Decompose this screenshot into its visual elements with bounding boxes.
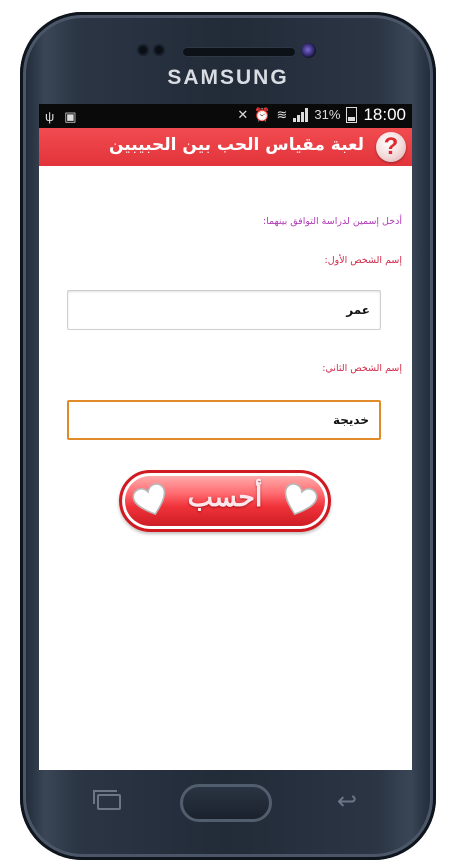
second-name-input[interactable] [67,400,381,440]
first-name-input[interactable] [67,290,381,330]
usb-icon: ψ [45,109,55,124]
battery-icon [346,107,358,123]
hardware-nav-bar: ↩ [0,782,456,832]
recent-apps-icon[interactable] [93,790,121,810]
back-icon[interactable]: ↩ [333,788,361,814]
main-content: أدخل إسمين لدراسة التوافق بينهما: إسم ال… [39,166,412,770]
sensor-dot [137,44,149,56]
help-icon[interactable]: ? [376,132,406,162]
signal-icon [293,108,309,122]
screen: ψ ▣ ✕ ⏰ ≋ 31% 18:00 لعبة مقياس الحب بين … [39,104,412,770]
image-icon: ▣ [64,109,77,124]
clock: 18:00 [363,105,406,124]
status-bar: ψ ▣ ✕ ⏰ ≋ 31% 18:00 [39,104,412,128]
alarm-icon: ⏰ [254,107,271,122]
front-camera [301,43,316,58]
mute-icon: ✕ [237,107,249,122]
earpiece [182,47,296,57]
sensor-dot [153,44,165,56]
battery-percent: 31% [314,107,341,122]
calculate-button[interactable]: أحسب [119,470,331,532]
first-name-label: إسم الشخص الأول: [324,255,403,266]
app-title-bar: لعبة مقياس الحب بين الحبيبين ? [39,128,412,167]
app-title: لعبة مقياس الحب بين الحبيبين [108,135,364,155]
instruction-text: أدخل إسمين لدراسة التوافق بينهما: [262,216,402,227]
second-name-label: إسم الشخص الثاني: [322,363,402,374]
wifi-icon: ≋ [276,107,288,122]
brand-logo: SAMSUNG [167,66,289,89]
home-button[interactable] [180,784,272,822]
